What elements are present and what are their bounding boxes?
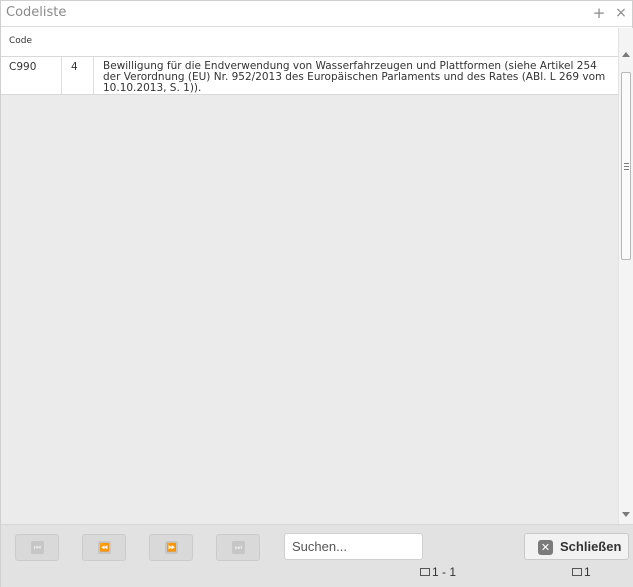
scroll-up-arrow-icon[interactable] — [622, 52, 630, 57]
last-page-button[interactable]: ⏭ — [216, 534, 260, 561]
grid-header: Code — [1, 28, 618, 57]
previous-page-icon: ⏪ — [98, 541, 111, 554]
close-window-icon[interactable]: × — [613, 4, 629, 22]
window-square-icon — [420, 567, 430, 576]
close-icon: ✕ — [538, 540, 553, 555]
cell-description: Bewilligung für die Endverwendung von Wa… — [103, 60, 606, 94]
footer-toolbar: ⏮ ⏪ ⏩ ⏭ ✕ Schließen 1 - 1 1 — [1, 524, 633, 587]
codeliste-window: Codeliste + × Code C990 4 Bewilligung fü… — [0, 0, 633, 587]
close-button[interactable]: ✕ Schließen — [524, 533, 629, 560]
record-count-status: 1 — [572, 565, 591, 579]
grip-icon — [624, 163, 629, 170]
scroll-down-arrow-icon[interactable] — [622, 512, 630, 517]
window-title: Codeliste — [6, 5, 67, 20]
record-count-text: 1 — [584, 565, 591, 579]
first-page-button[interactable]: ⏮ — [15, 534, 59, 561]
vertical-scrollbar[interactable] — [618, 28, 633, 524]
grid-body: C990 4 Bewilligung für die Endverwendung… — [1, 57, 618, 524]
cell-code: C990 — [1, 57, 62, 94]
close-button-label: Schließen — [560, 539, 622, 554]
window-square-icon — [572, 567, 582, 576]
record-range-status: 1 - 1 — [420, 565, 456, 579]
last-page-icon: ⏭ — [232, 541, 245, 554]
first-page-icon: ⏮ — [31, 541, 44, 554]
search-input[interactable] — [284, 533, 423, 560]
cell-number: 4 — [62, 57, 94, 94]
column-header-code[interactable]: Code — [9, 36, 32, 46]
next-page-button[interactable]: ⏩ — [149, 534, 193, 561]
scrollbar-thumb[interactable] — [621, 72, 631, 260]
title-bar: Codeliste + × — [1, 1, 632, 27]
record-range-text: 1 - 1 — [432, 565, 457, 579]
next-page-icon: ⏩ — [165, 541, 178, 554]
add-icon[interactable]: + — [591, 4, 607, 22]
table-row[interactable]: C990 4 Bewilligung für die Endverwendung… — [1, 57, 618, 95]
previous-page-button[interactable]: ⏪ — [82, 534, 126, 561]
